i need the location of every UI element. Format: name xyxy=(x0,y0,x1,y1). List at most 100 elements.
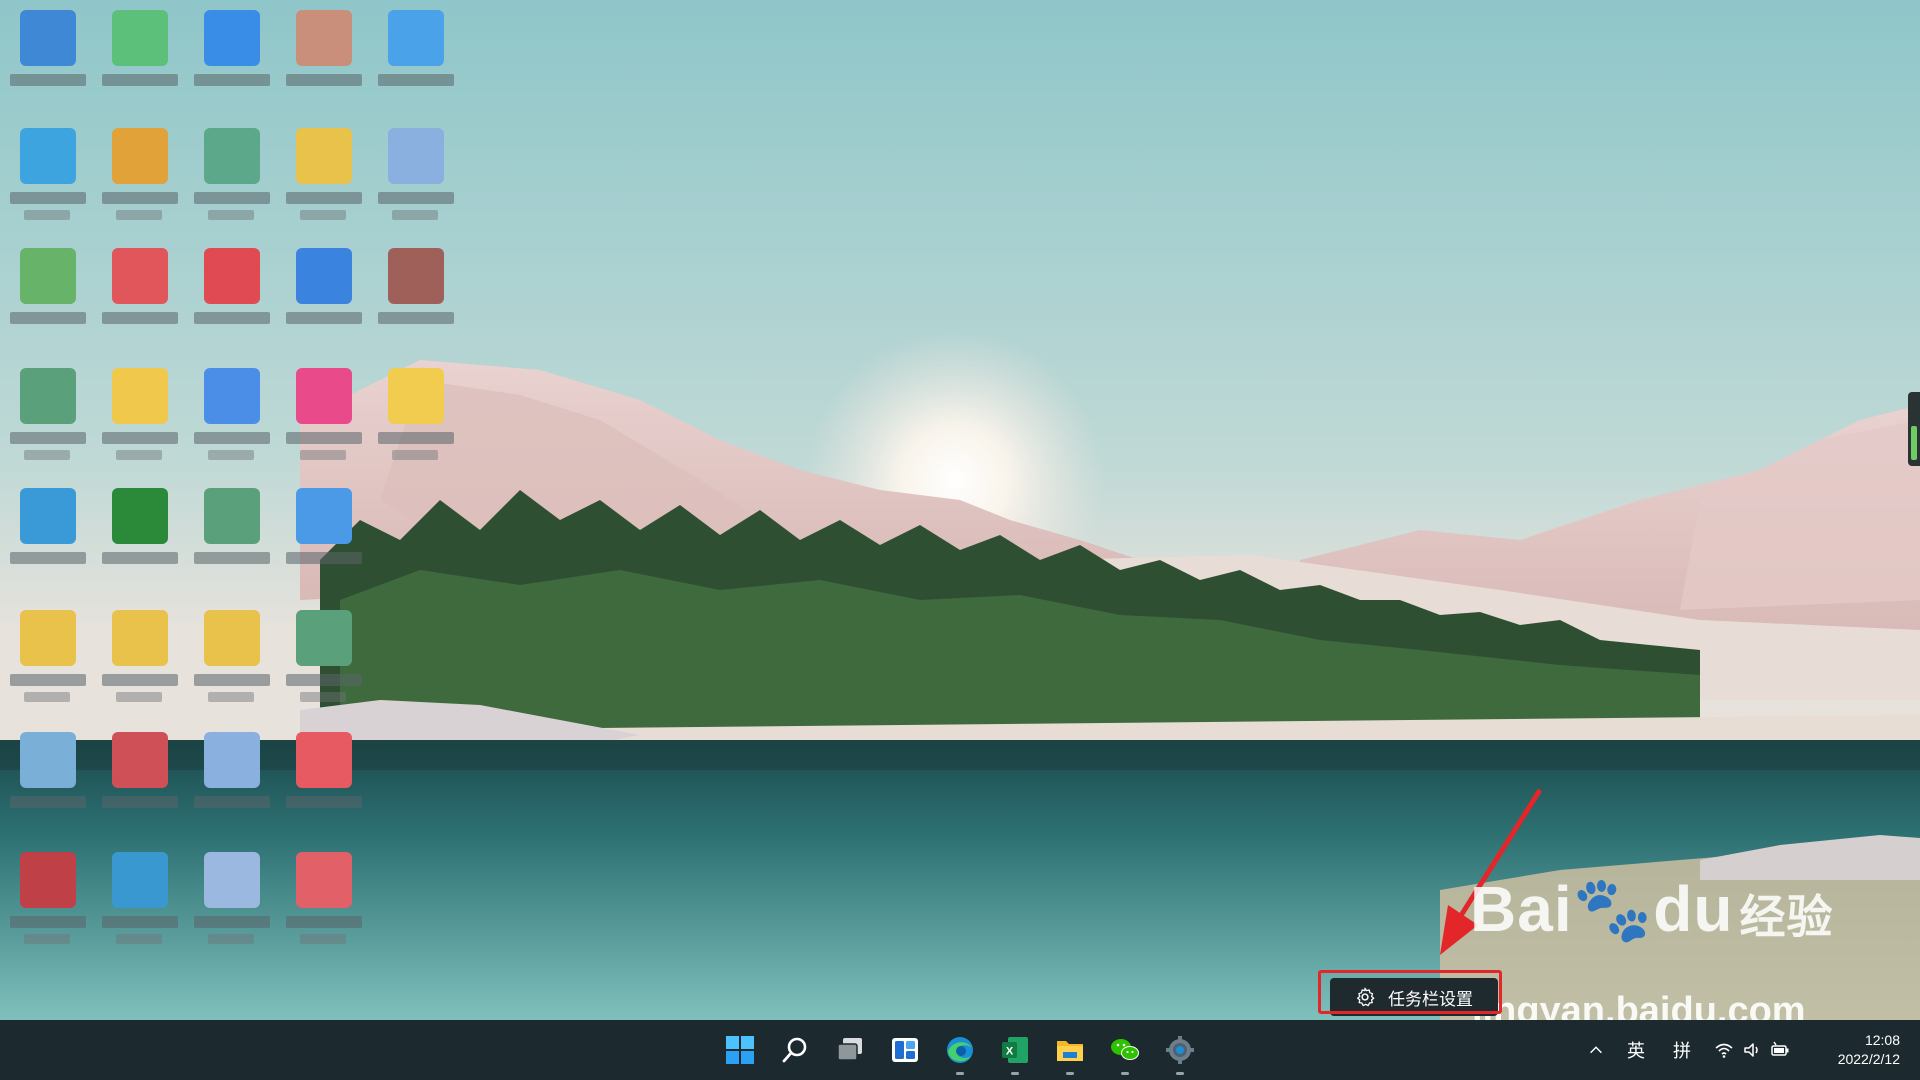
desktop-icon[interactable] xyxy=(368,358,460,468)
icon-label-obscured xyxy=(378,432,454,444)
icon-label-obscured xyxy=(378,312,454,324)
desktop-icon[interactable] xyxy=(368,0,460,110)
icon-label-obscured xyxy=(102,312,178,324)
desktop-icon[interactable] xyxy=(0,722,92,832)
chevron-up-icon xyxy=(1590,1046,1602,1054)
icon-label-obscured xyxy=(10,916,86,928)
icon-label-obscured xyxy=(286,674,362,686)
app-icon xyxy=(204,852,260,908)
app-icon xyxy=(296,488,352,544)
app-icon xyxy=(112,368,168,424)
icon-label-obscured xyxy=(102,74,178,86)
desktop-icon[interactable] xyxy=(368,118,460,228)
icon-label-obscured xyxy=(24,692,70,702)
desktop-icon[interactable] xyxy=(184,478,276,588)
desktop-icon[interactable] xyxy=(0,478,92,588)
icon-label-obscured xyxy=(10,796,86,808)
app-icon xyxy=(388,128,444,184)
icon-label-obscured xyxy=(102,552,178,564)
desktop-icon[interactable] xyxy=(184,722,276,832)
baidu-watermark: Bai🐾du 经验 xyxy=(1470,872,1833,947)
desktop-icon[interactable] xyxy=(276,842,368,952)
icon-label-obscured xyxy=(208,934,254,944)
desktop-icon[interactable] xyxy=(276,0,368,110)
app-icon xyxy=(204,488,260,544)
clock-time: 12:08 xyxy=(1864,1032,1900,1048)
desktop-icon[interactable] xyxy=(276,358,368,468)
side-panel-tab[interactable] xyxy=(1908,392,1920,466)
desktop-icon[interactable] xyxy=(0,358,92,468)
desktop-icon[interactable] xyxy=(0,842,92,952)
desktop-icon[interactable] xyxy=(92,238,184,348)
icon-label-obscured xyxy=(378,74,454,86)
wechat-icon xyxy=(1110,1039,1139,1060)
app-icon xyxy=(112,10,168,66)
icon-label-obscured xyxy=(286,312,362,324)
settings-button[interactable] xyxy=(1152,1020,1207,1080)
desktop-icon[interactable] xyxy=(92,478,184,588)
desktop-icon[interactable] xyxy=(92,0,184,110)
icon-label-obscured xyxy=(102,916,178,928)
quick-settings-button[interactable] xyxy=(1706,1040,1804,1060)
icon-label-obscured xyxy=(208,450,254,460)
icon-label-obscured xyxy=(208,692,254,702)
wechat-button[interactable] xyxy=(1097,1020,1152,1080)
desktop-icon[interactable] xyxy=(276,478,368,588)
icon-label-obscured xyxy=(10,74,86,86)
desktop-icon[interactable] xyxy=(184,842,276,952)
desktop-icon[interactable] xyxy=(184,118,276,228)
edge-button[interactable] xyxy=(932,1020,987,1080)
icon-label-obscured xyxy=(102,432,178,444)
icon-label-obscured xyxy=(300,692,346,702)
app-icon xyxy=(20,128,76,184)
icon-label-obscured xyxy=(378,192,454,204)
desktop-icon[interactable] xyxy=(92,600,184,710)
desktop-icon[interactable] xyxy=(276,722,368,832)
app-icon xyxy=(388,10,444,66)
app-icon xyxy=(112,248,168,304)
desktop-icon[interactable] xyxy=(276,238,368,348)
icon-label-obscured xyxy=(24,934,70,944)
desktop-icon[interactable] xyxy=(276,118,368,228)
input-language-indicator[interactable]: 英 xyxy=(1614,1037,1658,1063)
desktop-icon[interactable] xyxy=(92,722,184,832)
file-explorer-button[interactable] xyxy=(1042,1020,1097,1080)
app-icon xyxy=(296,368,352,424)
desktop-icon[interactable] xyxy=(184,358,276,468)
desktop-icon[interactable] xyxy=(0,0,92,110)
desktop-icon[interactable] xyxy=(92,358,184,468)
ime-mode-indicator[interactable]: 拼 xyxy=(1658,1037,1706,1063)
app-icon xyxy=(296,10,352,66)
desktop-icon-grid xyxy=(0,0,480,1000)
app-icon xyxy=(20,732,76,788)
settings-gear-icon xyxy=(1165,1036,1194,1064)
paw-icon: 🐾 xyxy=(1572,873,1654,945)
icon-label-obscured xyxy=(194,432,270,444)
desktop-icon[interactable] xyxy=(0,238,92,348)
desktop-icon[interactable] xyxy=(92,118,184,228)
desktop-icon[interactable] xyxy=(276,600,368,710)
app-icon xyxy=(204,368,260,424)
app-icon xyxy=(388,248,444,304)
excel-button[interactable]: X xyxy=(987,1020,1042,1080)
search-button[interactable] xyxy=(767,1020,822,1080)
start-button[interactable] xyxy=(712,1020,767,1080)
desktop-icon[interactable] xyxy=(184,0,276,110)
taskbar: X 英 拼 12:08 2022/2/12 xyxy=(0,1020,1920,1080)
icon-label-obscured xyxy=(300,210,346,220)
desktop-icon[interactable] xyxy=(184,600,276,710)
desktop-icon[interactable] xyxy=(92,842,184,952)
app-icon xyxy=(296,248,352,304)
task-view-button[interactable] xyxy=(822,1020,877,1080)
app-icon xyxy=(296,852,352,908)
widgets-button[interactable] xyxy=(877,1020,932,1080)
clock[interactable]: 12:08 2022/2/12 xyxy=(1804,1031,1920,1069)
desktop-icon[interactable] xyxy=(184,238,276,348)
show-hidden-icons-button[interactable] xyxy=(1578,1041,1614,1059)
icon-label-obscured xyxy=(102,796,178,808)
icon-label-obscured xyxy=(392,450,438,460)
desktop-icon[interactable] xyxy=(368,238,460,348)
icon-label-obscured xyxy=(24,450,70,460)
desktop-icon[interactable] xyxy=(0,118,92,228)
desktop-icon[interactable] xyxy=(0,600,92,710)
